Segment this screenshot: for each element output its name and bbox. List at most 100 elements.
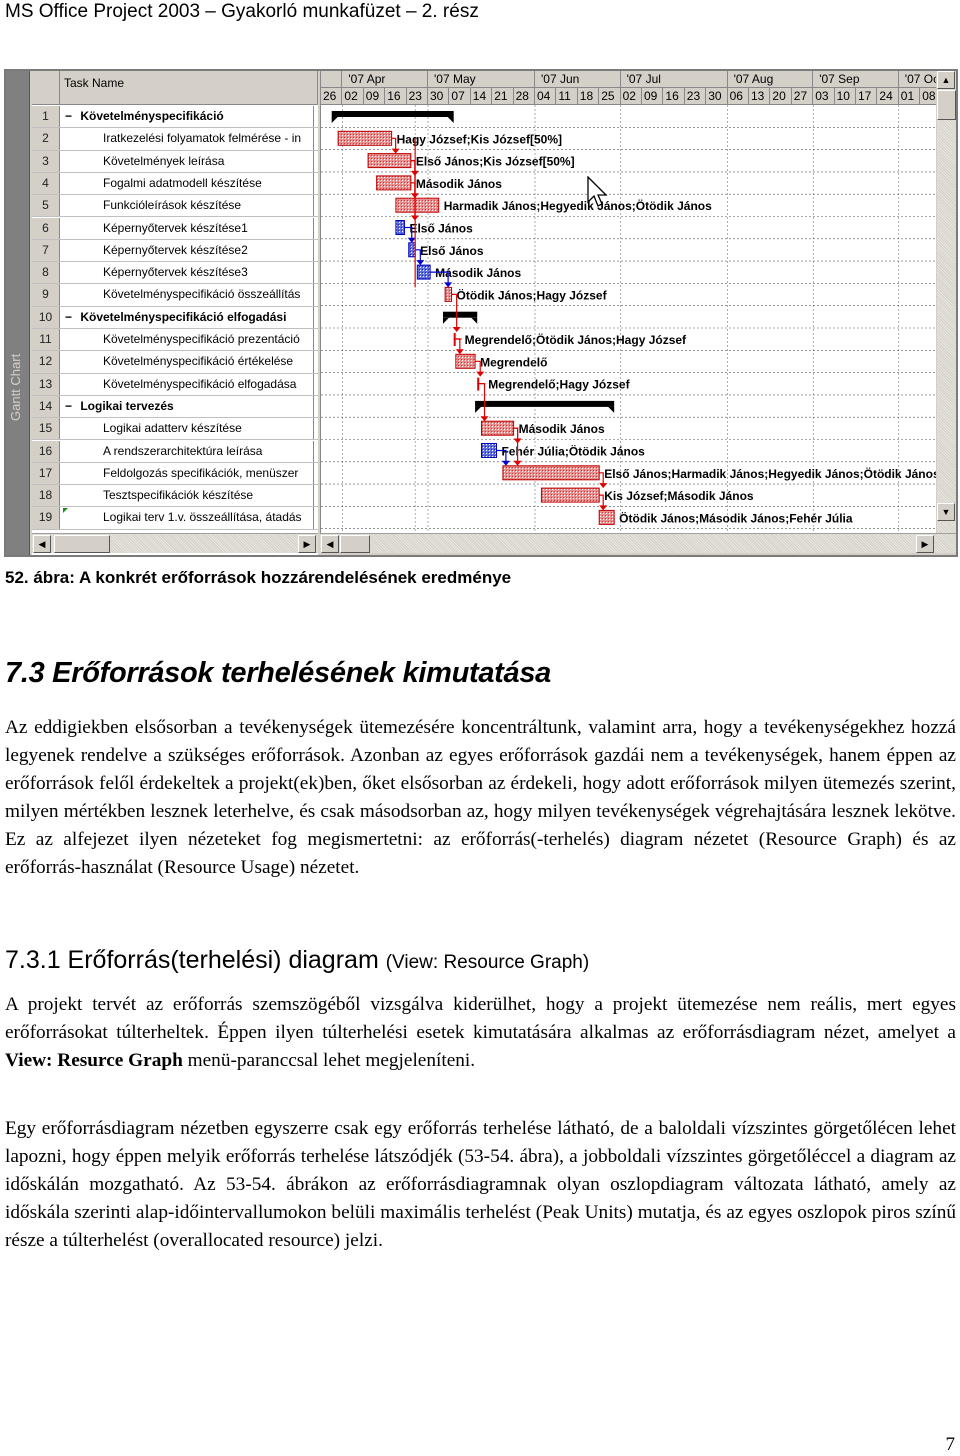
critical-task-bar <box>481 420 515 436</box>
table-row[interactable]: 19 Logikai terv 1.v. összeállítása, átadá… <box>32 507 318 530</box>
week-cell: 10 <box>835 88 856 105</box>
table-row[interactable]: 18 Tesztspecifikációk készítése <box>32 485 318 508</box>
task-name[interactable]: − Követelményspecifikáció elfogadási <box>62 306 314 328</box>
task-name[interactable]: Funkcióleírások készítése <box>62 195 314 217</box>
critical-task-bar <box>455 353 476 369</box>
timescale-months: '07 Apr '07 May '07 Jun '07 Jul '07 Aug '07 S… <box>321 71 936 88</box>
dependency-arrow <box>455 349 464 355</box>
dependency-arrow <box>391 148 400 154</box>
dependency-link <box>391 137 397 150</box>
row-id[interactable]: 9 <box>32 284 60 306</box>
summary-end-marker <box>471 317 478 324</box>
task-name[interactable]: Fogalmi adatmodell készítése <box>62 172 314 195</box>
collapse-icon[interactable]: − <box>65 106 77 127</box>
task-name[interactable]: Tesztspecifikációk készítése <box>62 485 314 507</box>
row-id[interactable]: 12 <box>32 351 60 373</box>
task-name[interactable]: − Logikai tervezés <box>62 395 314 418</box>
row-id[interactable]: 2 <box>32 128 60 150</box>
table-row[interactable]: 1− Követelményspecifikáció <box>32 106 318 129</box>
summary-bar <box>442 311 478 318</box>
dependency-arrow <box>599 505 608 511</box>
row-id[interactable]: 7 <box>32 239 60 262</box>
scroll-right-button[interactable]: ▶ <box>298 535 316 553</box>
vertical-scroll-thumb[interactable] <box>937 90 956 120</box>
table-row[interactable]: 11 Követelményspecifikáció prezentáció <box>32 329 318 352</box>
dependency-arrow <box>452 327 461 332</box>
table-row[interactable]: 13 Követelményspecifikáció elfogadása <box>32 373 318 396</box>
row-id[interactable]: 11 <box>32 329 60 351</box>
row-id[interactable]: 3 <box>32 150 60 172</box>
resource-label: Első János <box>409 222 473 236</box>
task-name[interactable]: − Követelményspecifikáció <box>62 106 314 128</box>
chart-scroll-left-button[interactable]: ◀ <box>321 535 339 553</box>
table-row[interactable]: 14− Logikai tervezés <box>32 395 318 419</box>
ms-project-screenshot: Gantt Chart Task Name 1− Követelményspec… <box>4 69 958 557</box>
table-row[interactable]: 3 Követelmények leírása <box>32 150 318 173</box>
table-horizontal-scrollbar[interactable]: ◀ ▶ <box>32 533 318 553</box>
week-cell: 16 <box>663 88 685 105</box>
row-id[interactable]: 14 <box>32 395 60 418</box>
table-row[interactable]: 4 Fogalmi adatmodell készítése <box>32 172 318 196</box>
row-id[interactable]: 13 <box>32 373 60 395</box>
week-cell: 30 <box>428 88 450 105</box>
task-name[interactable]: Képernyőtervek készítése1 <box>62 217 314 239</box>
week-cell: 17 <box>856 88 878 105</box>
task-name[interactable]: Képernyőtervek készítése2 <box>62 239 314 262</box>
table-row[interactable]: 16 A rendszerarchitektúra leírása <box>32 440 318 463</box>
task-name[interactable]: Követelmények leírása <box>62 150 314 172</box>
task-name-column-header[interactable]: Task Name <box>61 71 318 105</box>
task-name[interactable]: Képernyőtervek készítése3 <box>62 262 314 284</box>
task-name[interactable]: Követelményspecifikáció elfogadása <box>62 373 314 395</box>
table-row[interactable]: 5 Funkcióleírások készítése <box>32 195 318 218</box>
chart-scroll-right-button[interactable]: ▶ <box>916 535 934 553</box>
row-id[interactable]: 10 <box>32 306 60 328</box>
table-row[interactable]: 15 Logikai adatterv készítése <box>32 418 318 441</box>
vertical-scrollbar[interactable]: ▲ ▼ <box>937 71 956 533</box>
task-name[interactable]: Iratkezelési folyamatok felmérése - in <box>62 128 314 150</box>
row-id[interactable]: 17 <box>32 462 60 485</box>
collapse-icon[interactable]: − <box>65 396 77 417</box>
task-name[interactable]: Követelményspecifikáció értékelése <box>62 351 314 373</box>
table-row[interactable]: 12 Követelményspecifikáció értékelése <box>32 351 318 374</box>
gantt-chart: '07 Apr '07 May '07 Jun '07 Jul '07 Aug '07 S… <box>320 71 936 533</box>
table-row[interactable]: 6 Képernyőtervek készítése1 <box>32 217 318 240</box>
task-name[interactable]: Logikai terv 1.v. összeállítása, átadás <box>62 507 314 529</box>
chart-horizontal-scrollbar[interactable]: ◀ ▶ <box>320 533 956 553</box>
row-id[interactable]: 18 <box>32 485 60 507</box>
dependency-link <box>599 472 604 485</box>
week-cell: 28 <box>514 88 535 105</box>
month-cell: '07 Apr <box>342 71 428 88</box>
row-id[interactable]: 5 <box>32 195 60 217</box>
row-id[interactable]: 16 <box>32 440 60 462</box>
table-row[interactable]: 17 Feldolgozás specifikációk, menüszer <box>32 462 318 486</box>
scroll-down-button[interactable]: ▼ <box>937 503 955 521</box>
task-name[interactable]: Feldolgozás specifikációk, menüszer <box>62 462 314 485</box>
row-id[interactable]: 6 <box>32 217 60 239</box>
dependency-link <box>479 383 486 418</box>
id-column-header[interactable] <box>32 71 60 105</box>
chart-scroll-thumb[interactable] <box>340 535 370 553</box>
view-bar[interactable]: Gantt Chart <box>6 71 30 555</box>
table-row[interactable]: 10− Követelményspecifikáció elfogadási <box>32 306 318 329</box>
row-id[interactable]: 1 <box>32 106 60 128</box>
table-row[interactable]: 9 Követelményspecifikáció összeállítás <box>32 284 318 307</box>
row-id[interactable]: 15 <box>32 418 60 440</box>
task-name[interactable]: A rendszerarchitektúra leírása <box>62 440 314 462</box>
scroll-thumb[interactable] <box>54 535 110 553</box>
task-name[interactable]: Követelményspecifikáció prezentáció <box>62 329 314 351</box>
row-id[interactable]: 4 <box>32 172 60 195</box>
scroll-left-button[interactable]: ◀ <box>33 535 51 553</box>
table-row[interactable]: 2 Iratkezelési folyamatok felmérése - in <box>32 128 318 151</box>
table-row[interactable]: 7 Képernyőtervek készítése2 <box>32 239 318 263</box>
scroll-up-button[interactable]: ▲ <box>937 71 955 89</box>
row-id[interactable]: 8 <box>32 262 60 284</box>
critical-task-bar <box>502 465 600 481</box>
row-id[interactable]: 19 <box>32 507 60 529</box>
task-name[interactable]: Logikai adatterv készítése <box>62 418 314 440</box>
collapse-icon[interactable]: − <box>65 307 77 328</box>
task-name[interactable]: Követelményspecifikáció összeállítás <box>62 284 314 306</box>
resource-label: Második János <box>416 177 502 191</box>
week-cell: 16 <box>385 88 407 105</box>
table-row[interactable]: 8 Képernyőtervek készítése3 <box>32 262 318 285</box>
week-cell: 27 <box>792 88 814 105</box>
